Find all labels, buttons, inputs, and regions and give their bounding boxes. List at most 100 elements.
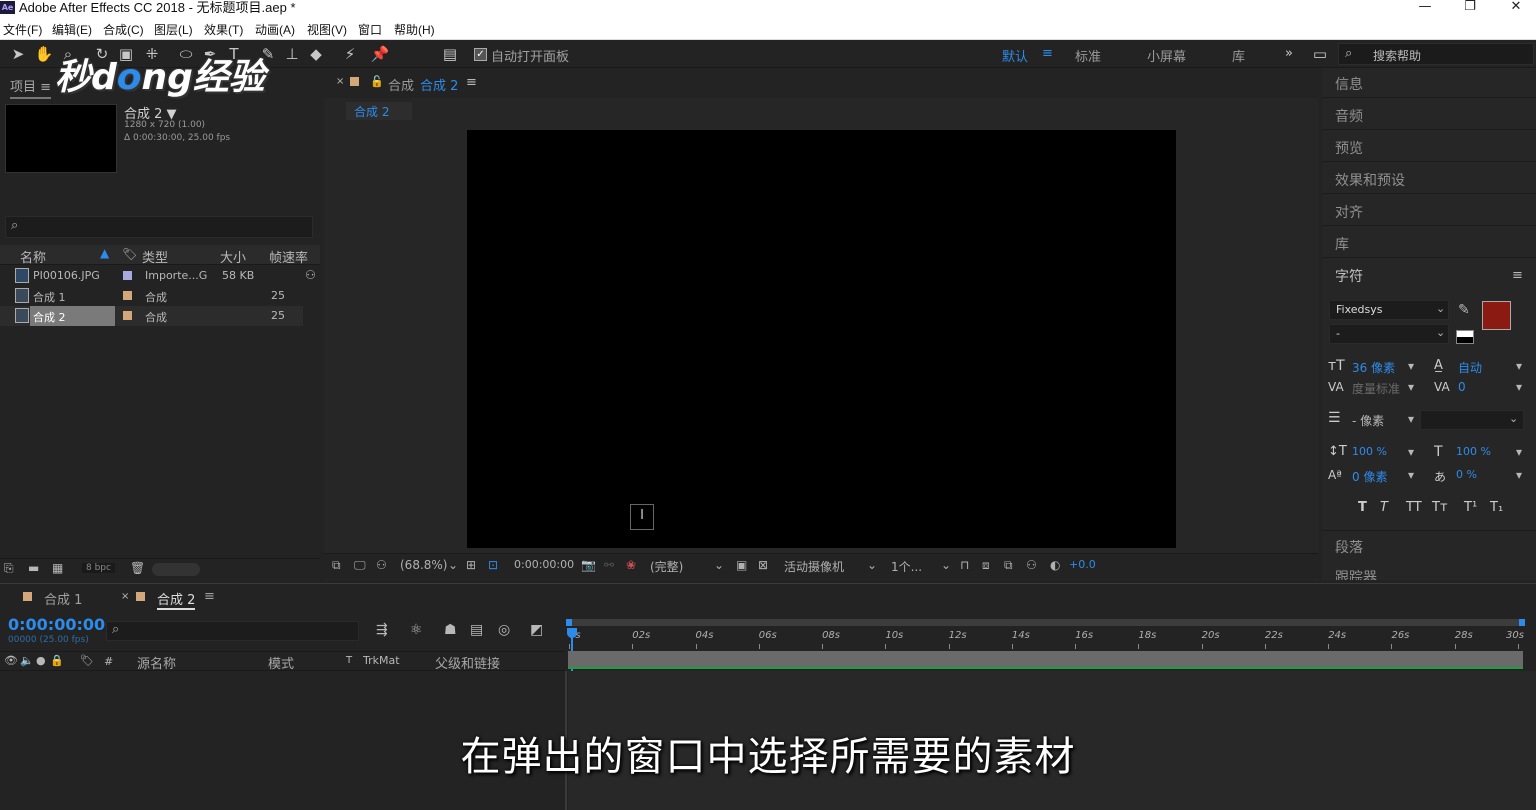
camera-dropdown[interactable]: 活动摄像机 (784, 558, 844, 575)
restore-icon[interactable]: ❐ (1450, 0, 1490, 16)
chevron-down-icon[interactable]: ⌄ (867, 558, 877, 572)
subscript-button[interactable]: T₁ (1490, 500, 1503, 515)
project-search-input[interactable]: ⌕ (5, 216, 313, 238)
close-icon[interactable]: ✕ (1496, 0, 1536, 16)
label-tag-icon[interactable]: 🏷 (80, 654, 94, 667)
eraser-tool-icon[interactable]: ◆ (306, 44, 326, 64)
safe-margins-icon[interactable]: ⊞ (466, 558, 476, 572)
work-area-bar[interactable] (568, 619, 1523, 626)
selection-tool-icon[interactable]: ➤ (8, 44, 28, 64)
transparency-grid-icon[interactable]: ⊠ (758, 558, 768, 572)
panel-icon[interactable]: ▤ (440, 44, 460, 64)
chevron-down-icon[interactable]: ▾ (1516, 359, 1522, 373)
chevron-down-icon[interactable]: ▾ (1516, 468, 1522, 482)
video-eye-icon[interactable]: 👁 (4, 654, 18, 667)
tsume-value[interactable]: 0 % (1456, 468, 1477, 481)
region-of-interest-icon[interactable]: ⊡ (488, 558, 498, 572)
column-type[interactable]: 类型 (142, 247, 168, 266)
resolution-dropdown[interactable]: (完整) (650, 558, 683, 575)
workspace-library[interactable]: 库 (1232, 46, 1245, 65)
vertical-scale-value[interactable]: 100 % (1352, 445, 1387, 458)
search-help-input[interactable]: ⌕ 搜索帮助 (1338, 43, 1534, 65)
label-color-swatch[interactable] (123, 271, 132, 280)
flowchart-icon[interactable]: ⧉ (1004, 558, 1013, 573)
font-style-dropdown[interactable]: - ⌄ (1329, 324, 1449, 344)
graph-editor-icon[interactable]: ◩ (530, 622, 543, 638)
eyedropper-icon[interactable]: ✎ (1458, 302, 1470, 318)
workspace-menu-icon[interactable]: ≡ (1042, 46, 1053, 61)
monitor-icon[interactable]: 🖵 (354, 558, 366, 573)
new-comp-icon[interactable]: ▦ (52, 561, 63, 575)
views-dropdown[interactable]: 1个... (891, 558, 922, 575)
font-size-value[interactable]: 36 像素 (1352, 359, 1395, 376)
small-caps-button[interactable]: Tт (1432, 500, 1448, 515)
close-tab-icon[interactable]: × (336, 76, 344, 87)
menu-help[interactable]: 帮助(H) (394, 21, 435, 38)
fill-color-swatch[interactable] (1482, 301, 1511, 330)
chevron-down-icon[interactable]: ▾ (1516, 380, 1522, 394)
project-item-image[interactable]: PI00106.JPG Importe...G 58 KB ⚇ (0, 266, 316, 286)
chevron-down-icon[interactable]: ▾ (1408, 359, 1414, 373)
label-tag-icon[interactable]: 🏷 (122, 247, 137, 261)
sort-asc-icon[interactable]: ▲ (100, 246, 109, 260)
chevron-down-icon[interactable]: ⌄ (448, 558, 458, 572)
clone-stamp-tool-icon[interactable]: ⊥ (282, 44, 302, 64)
column-name[interactable]: 名称 (20, 247, 46, 266)
font-family-dropdown[interactable]: Fixedsys ⌄ (1329, 300, 1449, 320)
always-preview-icon[interactable]: ⧉ (332, 558, 341, 573)
chevron-down-icon[interactable]: ▾ (1516, 445, 1522, 459)
exposure-value[interactable]: +0.0 (1069, 558, 1096, 571)
menu-layer[interactable]: 图层(L) (154, 21, 193, 38)
thumbnail-slider[interactable] (152, 563, 200, 576)
menu-file[interactable]: 文件(F) (3, 21, 42, 38)
frame-blending-icon[interactable]: ▤ (470, 622, 483, 638)
work-area-start[interactable] (566, 619, 572, 626)
timeline-search-input[interactable]: ⌕ (106, 621, 359, 641)
project-item-comp2[interactable]: 合成 2 合成 25 (0, 306, 303, 326)
panel-info[interactable]: 信息 (1322, 68, 1536, 98)
puppet-tool-icon[interactable]: 📌 (370, 44, 390, 64)
panel-effects-presets[interactable]: 效果和预设 (1322, 164, 1536, 194)
timeline-tab-menu-icon[interactable]: ≡ (204, 589, 215, 604)
tracking-value[interactable]: 0 (1458, 380, 1466, 394)
timeline-timecode[interactable]: 0:00:00:00 (8, 615, 105, 634)
show-snapshot-icon[interactable]: ⚯ (604, 558, 614, 572)
fast-preview-icon[interactable]: ▣ (736, 558, 747, 572)
bit-depth[interactable]: 8 bpc (82, 563, 115, 573)
interpret-footage-icon[interactable]: ⎘ (4, 561, 14, 576)
workspace-more-icon[interactable]: » (1285, 46, 1293, 61)
menu-composition[interactable]: 合成(C) (103, 21, 144, 38)
menu-animation[interactable]: 动画(A) (255, 21, 295, 38)
viewer-tab-active[interactable]: 合成 2 (420, 75, 458, 94)
timeline-tab-comp1[interactable]: 合成 1 (44, 589, 82, 608)
close-tab-icon[interactable]: × (121, 591, 129, 602)
shy-layers-icon[interactable]: ☗ (444, 622, 457, 638)
superscript-button[interactable]: T¹ (1464, 500, 1477, 515)
kerning-value[interactable]: 度量标准 (1352, 380, 1400, 397)
draft-3d-icon[interactable]: ⚛ (410, 622, 423, 638)
flowchart-icon[interactable]: ⚇ (305, 268, 316, 282)
label-color-swatch[interactable] (123, 291, 132, 300)
column-parent[interactable]: 父级和链接 (435, 653, 500, 672)
toggle-pixel-aspect-icon[interactable]: ⊓ (960, 558, 969, 572)
exposure-icon[interactable]: ◐ (1050, 558, 1060, 572)
black-white-swatch[interactable] (1456, 330, 1474, 344)
horizontal-scale-value[interactable]: 100 % (1456, 445, 1491, 458)
viewer-timecode[interactable]: 0:00:00:00 (514, 558, 574, 571)
chevron-down-icon[interactable]: ▾ (1408, 445, 1414, 459)
menu-edit[interactable]: 编辑(E) (52, 21, 92, 38)
roto-brush-tool-icon[interactable]: ⚡ (340, 44, 360, 64)
chevron-down-icon[interactable]: ⌄ (714, 558, 724, 572)
workspace-panel-icon[interactable]: ▭ (1310, 44, 1330, 64)
chevron-down-icon[interactable]: ▾ (1408, 412, 1414, 426)
baseline-shift-value[interactable]: 0 像素 (1352, 468, 1387, 485)
timeline-tab-comp2[interactable]: 合成 2 (157, 589, 196, 610)
panel-align[interactable]: 对齐 (1322, 196, 1536, 226)
comp-mini-flowchart-icon[interactable]: ⇶ (376, 622, 388, 638)
composition-canvas[interactable] (467, 130, 1176, 548)
comp-breadcrumb[interactable]: 合成 2 (346, 102, 412, 120)
motion-blur-icon[interactable]: ◎ (498, 622, 510, 638)
column-mode[interactable]: 模式 (268, 653, 294, 672)
stroke-type-dropdown[interactable]: ⌄ (1420, 410, 1524, 430)
audio-icon[interactable]: 🔈 (20, 654, 34, 667)
